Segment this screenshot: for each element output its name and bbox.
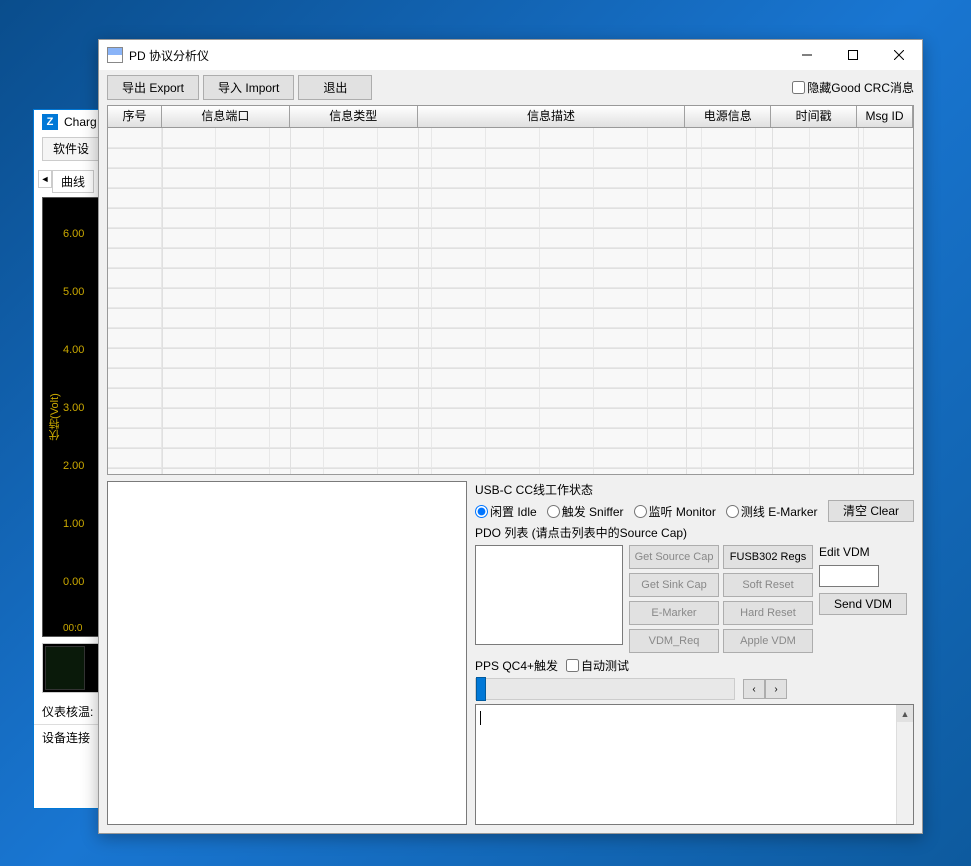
pps-spin-right[interactable]: › [765, 679, 787, 699]
bg-y-tick: 0.00 [63, 576, 84, 588]
clear-button[interactable]: 清空 Clear [828, 500, 914, 522]
bg-tab-prev[interactable]: ◄ [38, 170, 52, 188]
window-title: PD 协议分析仪 [129, 47, 784, 64]
radio-emarker[interactable]: 测线 E-Marker [726, 503, 818, 520]
cc-status-row: 闲置 Idle 触发 Sniffer 监听 Monitor 测线 E-Marke… [475, 502, 914, 520]
hide-crc-label: 隐藏Good CRC消息 [807, 79, 914, 96]
bg-y-axis-label: 伏特(Volt) [47, 393, 63, 441]
radio-sniffer[interactable]: 触发 Sniffer [547, 503, 624, 520]
bg-y-tick: 5.00 [63, 286, 84, 298]
pdo-section: Get Source Cap FUSB302 Regs Get Sink Cap… [475, 545, 914, 653]
fusb302-regs-button[interactable]: FUSB302 Regs [723, 545, 813, 569]
vdm-input[interactable] [819, 565, 879, 587]
send-vdm-button[interactable]: Send VDM [819, 593, 907, 615]
pps-spin-left[interactable]: ‹ [743, 679, 765, 699]
soft-reset-button[interactable]: Soft Reset [723, 573, 813, 597]
bg-y-tick: 2.00 [63, 460, 84, 472]
exit-button[interactable]: 退出 [298, 75, 372, 100]
pps-slider-row: ‹ › [475, 678, 914, 700]
bg-tab-curve[interactable]: 曲线 [52, 170, 94, 193]
pdo-listbox[interactable] [475, 545, 623, 645]
apple-vdm-button[interactable]: Apple VDM [723, 629, 813, 653]
hide-crc-input[interactable] [792, 81, 805, 94]
pps-row: PPS QC4+触发 自动测试 [475, 657, 914, 674]
pps-slider-thumb[interactable] [476, 677, 486, 701]
pdo-button-grid: Get Source Cap FUSB302 Regs Get Sink Cap… [629, 545, 813, 653]
minimize-button[interactable] [784, 40, 830, 70]
hide-crc-checkbox[interactable]: 隐藏Good CRC消息 [792, 79, 914, 96]
bg-y-tick: 3.00 [63, 402, 84, 414]
emarker-button[interactable]: E-Marker [629, 601, 719, 625]
th-desc[interactable]: 信息描述 [418, 106, 686, 127]
bg-y-tick: 4.00 [63, 344, 84, 356]
th-port[interactable]: 信息端口 [162, 106, 290, 127]
bg-y-tick: 6.00 [63, 228, 84, 240]
bg-gauge-lcd [45, 646, 85, 690]
radio-monitor[interactable]: 监听 Monitor [634, 503, 716, 520]
maximize-button[interactable] [830, 40, 876, 70]
titlebar: PD 协议分析仪 [99, 40, 922, 70]
pps-slider[interactable] [475, 678, 735, 700]
right-controls: USB-C CC线工作状态 闲置 Idle 触发 Sniffer 监听 Moni… [475, 481, 914, 825]
th-type[interactable]: 信息类型 [290, 106, 418, 127]
th-time[interactable]: 时间戳 [771, 106, 857, 127]
cc-status-label: USB-C CC线工作状态 [475, 481, 914, 498]
cc-radio-group: 闲置 Idle 触发 Sniffer 监听 Monitor 测线 E-Marke… [475, 503, 818, 520]
auto-test-checkbox[interactable]: 自动测试 [566, 657, 629, 674]
pps-label: PPS QC4+触发 [475, 657, 558, 674]
bg-title-text: Charg [64, 115, 97, 129]
vdm-req-button[interactable]: VDM_Req [629, 629, 719, 653]
get-sink-cap-button[interactable]: Get Sink Cap [629, 573, 719, 597]
message-table[interactable]: 序号 信息端口 信息类型 信息描述 电源信息 时间戳 Msg ID [107, 105, 914, 475]
pdo-label: PDO 列表 (请点击列表中的Source Cap) [475, 524, 914, 541]
close-button[interactable] [876, 40, 922, 70]
import-button[interactable]: 导入 Import [203, 75, 294, 100]
th-power[interactable]: 电源信息 [685, 106, 771, 127]
log-scrollbar[interactable]: ▲ [896, 705, 913, 824]
export-button[interactable]: 导出 Export [107, 75, 199, 100]
bg-settings-button[interactable]: 软件设 [42, 137, 100, 161]
app-icon [107, 47, 123, 63]
pps-spin: ‹ › [743, 679, 787, 699]
bg-x-tick: 00:0 [63, 623, 82, 634]
edit-vdm-label: Edit VDM [819, 545, 907, 559]
table-header: 序号 信息端口 信息类型 信息描述 电源信息 时间戳 Msg ID [108, 106, 913, 128]
bottom-panels: USB-C CC线工作状态 闲置 Idle 触发 Sniffer 监听 Moni… [107, 481, 914, 825]
detail-textbox[interactable] [107, 481, 467, 825]
hard-reset-button[interactable]: Hard Reset [723, 601, 813, 625]
get-source-cap-button[interactable]: Get Source Cap [629, 545, 719, 569]
toolbar: 导出 Export 导入 Import 退出 隐藏Good CRC消息 [99, 70, 922, 105]
table-body[interactable] [108, 128, 913, 474]
bg-app-icon: Z [42, 114, 58, 130]
radio-idle[interactable]: 闲置 Idle [475, 503, 537, 520]
auto-test-input[interactable] [566, 659, 579, 672]
scroll-up-icon[interactable]: ▲ [897, 705, 913, 722]
text-cursor [480, 711, 481, 725]
th-index[interactable]: 序号 [108, 106, 162, 127]
log-textarea[interactable]: ▲ [475, 704, 914, 825]
vdm-section: Edit VDM Send VDM [819, 545, 907, 615]
auto-test-label: 自动测试 [581, 657, 629, 674]
bg-y-tick: 1.00 [63, 518, 84, 530]
th-msgid[interactable]: Msg ID [857, 106, 913, 127]
main-window: PD 协议分析仪 导出 Export 导入 Import 退出 隐藏Good C… [98, 39, 923, 834]
